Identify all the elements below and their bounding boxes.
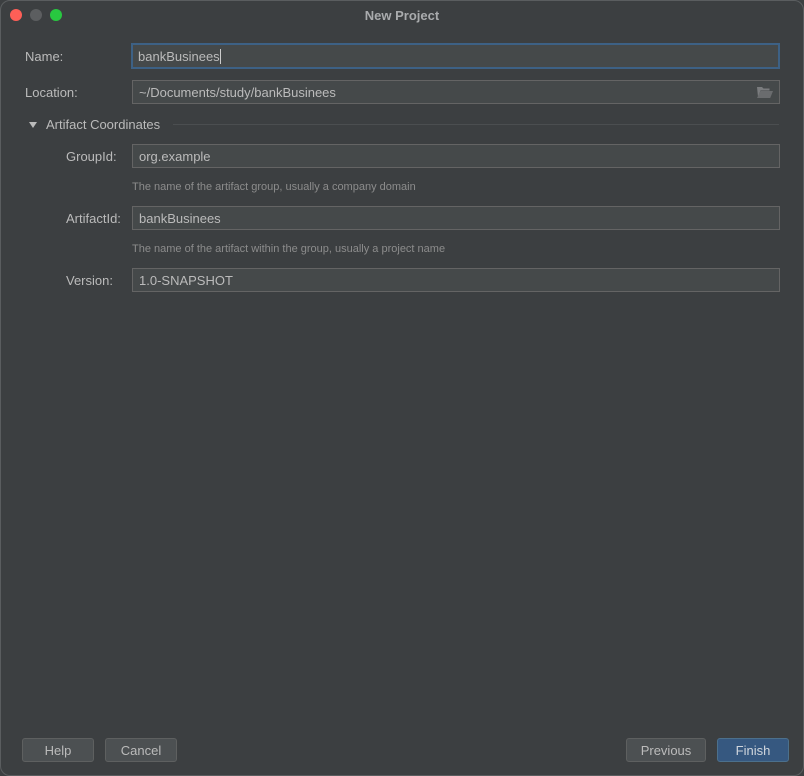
window-title: New Project — [364, 8, 440, 23]
name-input[interactable]: bankBusinees — [131, 43, 780, 69]
artifactid-label: ArtifactId: — [66, 211, 121, 226]
version-input-value: 1.0-SNAPSHOT — [139, 272, 233, 288]
location-input-value: ~/Documents/study/bankBusinees — [139, 84, 336, 100]
groupid-input-value: org.example — [139, 148, 211, 164]
text-caret — [219, 48, 221, 64]
groupid-input[interactable]: org.example — [132, 144, 780, 168]
section-divider — [173, 124, 779, 125]
location-label: Location: — [25, 85, 78, 100]
name-input-value: bankBusinees — [138, 48, 220, 64]
location-input[interactable]: ~/Documents/study/bankBusinees — [132, 80, 780, 104]
artifactid-hint: The name of the artifact within the grou… — [132, 243, 446, 255]
new-project-dialog: New Project Name: bankBusinees Location:… — [0, 0, 804, 776]
help-button[interactable]: Help — [22, 738, 94, 762]
expand-triangle-icon — [29, 121, 37, 128]
name-label: Name: — [25, 49, 64, 64]
version-input[interactable]: 1.0-SNAPSHOT — [132, 268, 780, 292]
groupid-label: GroupId: — [66, 149, 117, 164]
section-title: Artifact Coordinates — [46, 117, 161, 132]
folder-icon[interactable] — [757, 86, 773, 98]
finish-button[interactable]: Finish — [717, 738, 789, 762]
previous-button[interactable]: Previous — [626, 738, 706, 762]
version-label: Version: — [66, 273, 113, 288]
artifactid-input-value: bankBusinees — [139, 210, 221, 226]
groupid-hint: The name of the artifact group, usually … — [132, 181, 416, 193]
artifact-coordinates-toggle[interactable]: Artifact Coordinates — [29, 117, 160, 132]
cancel-button[interactable]: Cancel — [105, 738, 177, 762]
title-bar: New Project — [1, 1, 803, 29]
artifactid-input[interactable]: bankBusinees — [132, 206, 780, 230]
